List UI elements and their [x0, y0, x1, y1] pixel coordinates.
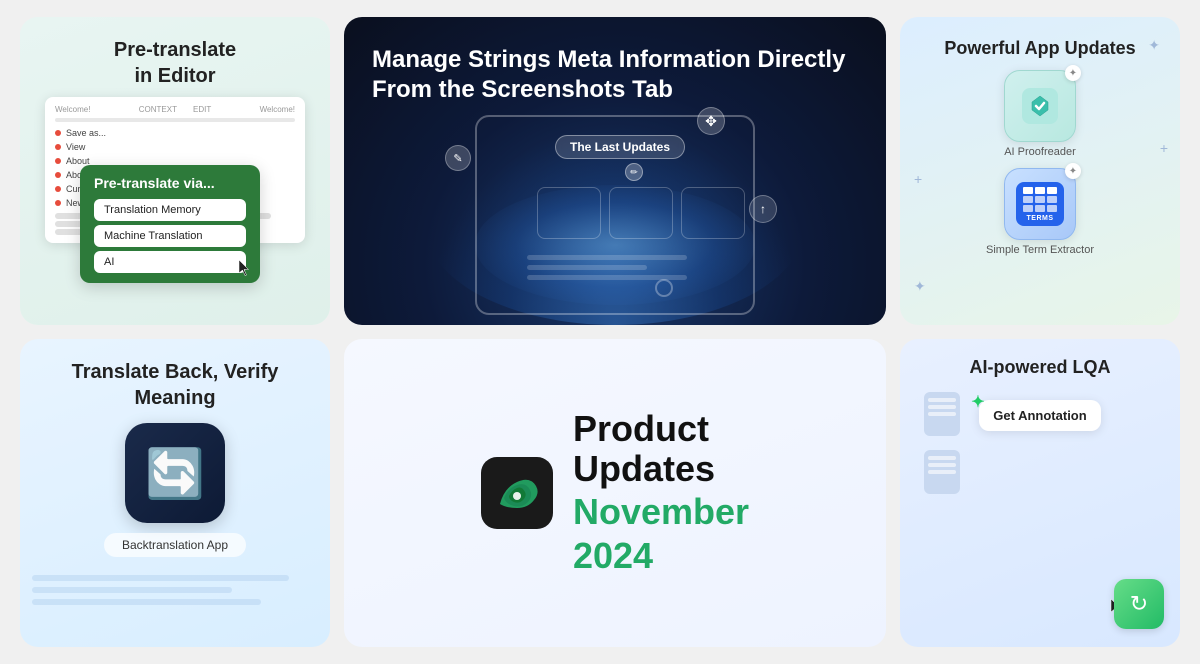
app-proofreader-box: ✦: [1004, 70, 1076, 142]
terms-label: Simple Term Extractor: [986, 244, 1094, 256]
ui-mockup: ✏ The Last Updates ✥: [445, 115, 785, 325]
lqa-docs: [924, 392, 960, 494]
terms-icon: TERMS: [1016, 182, 1064, 226]
crowdin-logo: [481, 457, 553, 529]
ui-lines: [527, 255, 727, 285]
pt1: Product: [573, 408, 709, 449]
app-proofreader-col: ✦ AI Proofreader: [1004, 70, 1076, 158]
card-pretranslate: Pre-translate in Editor Welcome! CONTEXT…: [20, 17, 330, 325]
sparkle-bl: ✦: [914, 278, 926, 295]
pt3: November: [573, 491, 749, 532]
sparkle-ml: +: [914, 171, 922, 187]
dropdown-item-tm[interactable]: Translation Memory: [94, 199, 246, 221]
main-container: Pre-translate in Editor Welcome! CONTEXT…: [20, 17, 1180, 647]
sparkle-green: ✦: [971, 392, 984, 412]
app-terms-box: TERMS ✦: [1004, 168, 1076, 240]
lqa-doc-2: [924, 450, 960, 494]
proofreader-label: AI Proofreader: [1004, 146, 1076, 158]
dropdown-title: Pre-translate via...: [94, 175, 246, 191]
ui-tag: The Last Updates: [555, 135, 685, 159]
upload-icon: ↑: [749, 195, 777, 223]
cursor-icon: [238, 259, 252, 277]
bg-lines: [20, 567, 330, 647]
dropdown-popup: Pre-translate via... Translation Memory …: [80, 165, 260, 283]
ui-line-1: [527, 255, 687, 260]
powerful-title: Powerful App Updates: [944, 37, 1135, 60]
move-icon: ✥: [697, 107, 725, 135]
pt4: 2024: [573, 535, 653, 576]
app-terms-col: TERMS ✦ Simple Term Extractor: [986, 168, 1094, 256]
ui-box-2: [609, 187, 673, 239]
card-main: Manage Strings Meta Information Directly…: [344, 17, 886, 325]
lqa-refresh-icon: ↻: [1114, 579, 1164, 629]
pretranslate-title: Pre-translate in Editor: [20, 17, 330, 89]
ui-line-2: [527, 265, 647, 270]
product-text: Product Updates November 2024: [573, 409, 749, 577]
card-product: Product Updates November 2024: [344, 339, 886, 647]
terms-plus: ✦: [1065, 163, 1081, 179]
lqa-content: ✦ Get Annotation ↻: [916, 392, 1164, 629]
sparkle-tr: ✦: [1148, 37, 1160, 54]
proofreader-icon: [1018, 84, 1062, 128]
card-powerful: Powerful App Updates ✦ ✦ + + ✦ AI Proofr…: [900, 17, 1180, 325]
proofreader-plus: ✦: [1065, 65, 1081, 81]
translate-icon: 🔄: [125, 423, 225, 523]
card-translate: Translate Back, Verify Meaning 🔄 Backtra…: [20, 339, 330, 647]
terms-text: TERMS: [1027, 215, 1054, 222]
annotation-box[interactable]: ✦ Get Annotation: [979, 400, 1100, 431]
sparkle-mr: +: [1160, 140, 1168, 156]
edit-icon: ✎: [445, 145, 471, 171]
translate-label: Backtranslation App: [104, 533, 246, 557]
main-title: Manage Strings Meta Information Directly…: [372, 45, 858, 105]
main-text: Manage Strings Meta Information Directly…: [344, 17, 886, 105]
lqa-doc-1: [924, 392, 960, 436]
globe-container: ✏ The Last Updates ✥: [344, 105, 886, 325]
ui-oval: [655, 279, 673, 297]
ui-box-3: [681, 187, 745, 239]
ui-box-1: [537, 187, 601, 239]
dropdown-item-mt[interactable]: Machine Translation: [94, 225, 246, 247]
dropdown-item-ai[interactable]: AI: [94, 251, 246, 273]
translate-title: Translate Back, Verify Meaning: [36, 359, 314, 411]
card-lqa: AI-powered LQA ✦ Get Annotation: [900, 339, 1180, 647]
ui-inner-boxes: [537, 187, 745, 239]
edit-dot: ✏: [625, 163, 643, 181]
lqa-title: AI-powered LQA: [969, 357, 1110, 378]
pt2: Updates: [573, 448, 715, 489]
